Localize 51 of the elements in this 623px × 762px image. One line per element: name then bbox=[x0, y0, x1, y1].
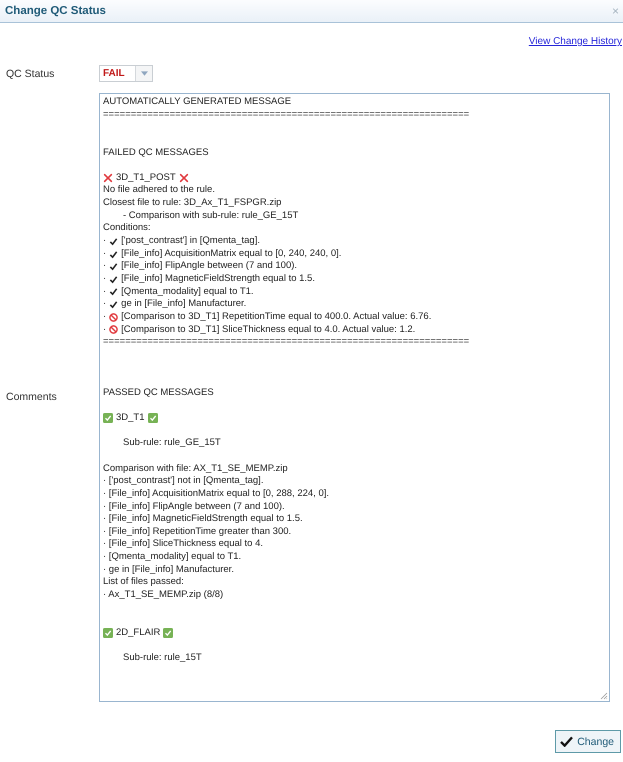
rule-title: 2D_FLAIR bbox=[116, 626, 160, 640]
condition-text: [File_info] FlipAngle between (7 and 100). bbox=[121, 260, 298, 273]
status-dropdown[interactable]: FAIL bbox=[99, 65, 153, 82]
comment-line: Conditions: bbox=[103, 222, 151, 236]
condition-text: ge in [File_info] Manufacturer. bbox=[121, 298, 246, 311]
comment-line: FAILED QC MESSAGES bbox=[103, 146, 209, 160]
bullet: · bbox=[103, 286, 106, 298]
bullet: · bbox=[103, 324, 106, 336]
comment-line: PASSED QC MESSAGES bbox=[103, 386, 214, 400]
condition-text: [Comparison to 3D_T1] SliceThickness equal to 4.0. Actual value: 1.2. bbox=[121, 324, 416, 336]
bullet: · bbox=[103, 272, 106, 286]
dropdown-arrow-icon bbox=[140, 71, 148, 76]
condition-text: ['post_contrast'] in [Qmenta_tag]. bbox=[121, 235, 260, 248]
comments-label: Comments bbox=[6, 391, 58, 403]
rule-title: 3D_T1 bbox=[116, 412, 145, 425]
comment-line: - Comparison with sub-rule: rule_GE_15T bbox=[123, 210, 298, 222]
resize-grip-icon bbox=[600, 692, 608, 700]
comment-line: · [File_info] RepetitionTime greater than 300. bbox=[103, 526, 292, 538]
comment-line: Sub-rule: rule_15T bbox=[123, 652, 202, 665]
window-title: Change QC Status bbox=[5, 5, 106, 17]
qc-status-label: QC Status bbox=[6, 68, 56, 80]
comment-line: · Ax_T1_SE_MEMP.zip (8/8) bbox=[103, 588, 224, 602]
bullet: · bbox=[103, 298, 106, 311]
bullet: · bbox=[103, 248, 106, 260]
comment-line: · [Qmenta_modality] equal to T1. bbox=[103, 551, 242, 564]
condition-text: [File_info] AcquisitionMatrix equal to [0, 240, 240, 0]. bbox=[121, 248, 342, 260]
comment-line: AUTOMATICALLY GENERATED MESSAGE bbox=[103, 96, 292, 109]
comment-line: · [File_info] FlipAngle between (7 and 100). bbox=[103, 500, 285, 514]
check-icon bbox=[560, 736, 574, 747]
comment-line: · ge in [File_info] Manufacturer. bbox=[103, 564, 234, 576]
comment-line: Closest file to rule: 3D_Ax_T1_FSPGR.zip bbox=[103, 197, 282, 210]
condition-text: [Qmenta_modality] equal to T1. bbox=[121, 286, 254, 298]
comment-line: · [File_info] SliceThickness equal to 4. bbox=[103, 538, 263, 552]
condition-text: [Comparison to 3D_T1] RepetitionTime equal to 400.0. Actual value: 6.76. bbox=[121, 310, 432, 324]
change-button[interactable]: Change bbox=[555, 730, 621, 753]
condition-text: [File_info] MagneticFieldStrength equal to 1.5. bbox=[121, 272, 315, 286]
comment-line: · ['post_contrast'] not in [Qmenta_tag]. bbox=[103, 475, 264, 488]
rule-title: 3D_T1_POST bbox=[116, 172, 176, 184]
comment-line: ================================================================== bbox=[103, 108, 470, 122]
bullet: · bbox=[103, 310, 106, 324]
comment-line: Comparison with file: AX_T1_SE_MEMP.zip bbox=[103, 462, 288, 476]
comment-line: No file adhered to the rule. bbox=[103, 184, 215, 198]
comment-line: · [File_info] AcquisitionMatrix equal to [0, 288, 224, 0]. bbox=[103, 488, 330, 501]
comment-line: · [File_info] MagneticFieldStrength equal to 1.5. bbox=[103, 513, 303, 526]
bullet: · bbox=[103, 260, 106, 273]
comment-line: List of files passed: bbox=[103, 576, 184, 589]
view-history-link[interactable]: View Change History bbox=[528, 36, 622, 52]
comments-field[interactable] bbox=[99, 93, 610, 702]
comment-line: ================================================================== bbox=[103, 336, 470, 349]
comment-line: Sub-rule: rule_GE_15T bbox=[123, 437, 221, 450]
bullet: · bbox=[103, 235, 106, 248]
